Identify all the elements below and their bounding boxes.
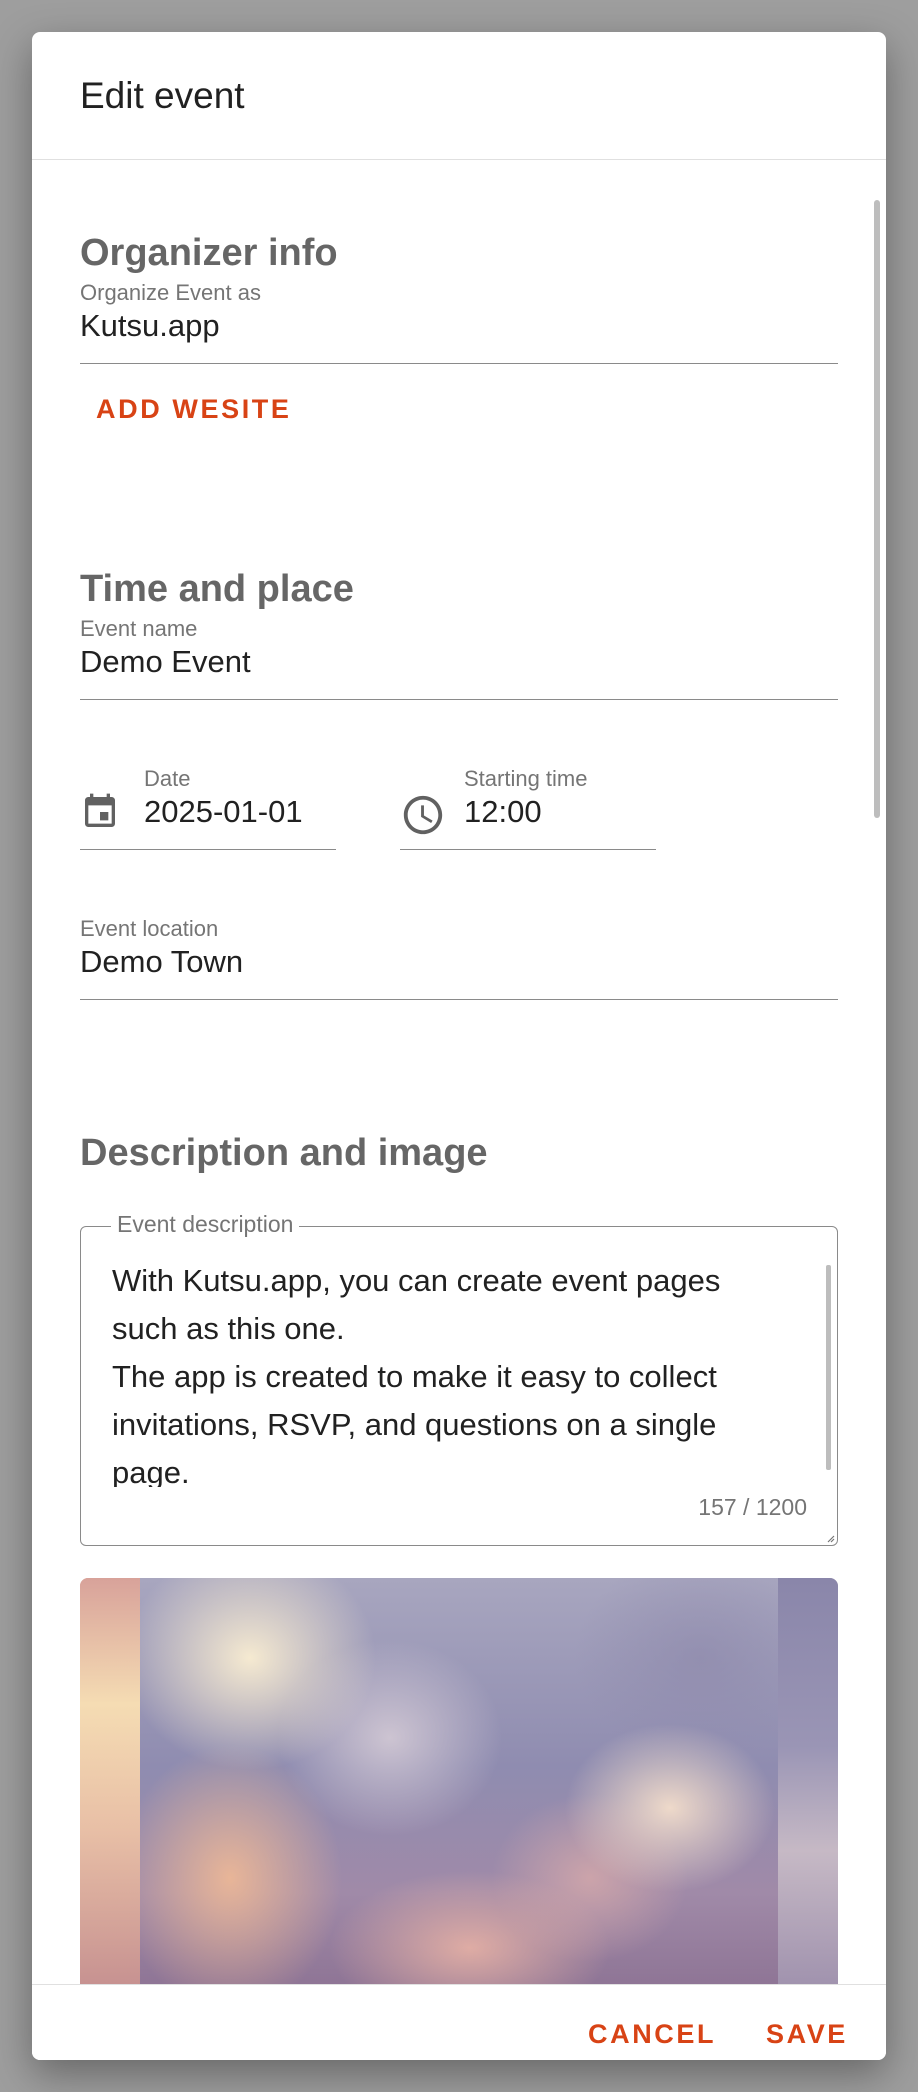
event-location-value: Demo Town xyxy=(80,944,244,979)
dialog-title: Edit event xyxy=(32,32,886,160)
starting-time-field[interactable]: Starting time 12:00 xyxy=(400,760,656,850)
event-name-field[interactable]: Event name Demo Event xyxy=(80,610,838,700)
starting-time-label: Starting time xyxy=(464,766,588,791)
add-website-button[interactable]: ADD WESITE xyxy=(96,394,292,425)
time-and-place-heading: Time and place xyxy=(80,568,354,610)
event-description-textarea[interactable]: With Kutsu.app, you can create event pag… xyxy=(112,1257,792,1487)
organize-as-value: Kutsu.app xyxy=(80,308,220,343)
event-image[interactable] xyxy=(80,1578,838,1984)
dialog-content[interactable]: Organizer info Organize Event as Kutsu.a… xyxy=(32,162,886,1984)
dialog-actions: CANCEL SAVE xyxy=(32,1984,886,2060)
event-description-label: Event description xyxy=(111,1211,300,1238)
image-blur-right xyxy=(778,1578,838,1984)
cloud-image xyxy=(140,1578,778,1984)
resize-handle-icon[interactable] xyxy=(825,1533,835,1543)
event-location-label: Event location xyxy=(80,916,219,941)
starting-time-value: 12:00 xyxy=(464,794,542,829)
character-counter: 157 / 1200 xyxy=(698,1494,807,1520)
organize-as-field[interactable]: Organize Event as Kutsu.app xyxy=(80,274,838,364)
event-location-field[interactable]: Event location Demo Town xyxy=(80,910,838,1000)
organizer-info-heading: Organizer info xyxy=(80,232,338,274)
edit-event-dialog: Edit event Organizer info Organize Event… xyxy=(32,32,886,2060)
event-name-label: Event name xyxy=(80,616,198,641)
image-blur-left xyxy=(80,1578,140,1984)
description-scrollbar[interactable] xyxy=(826,1265,831,1470)
organize-as-label: Organize Event as xyxy=(80,280,261,305)
save-button[interactable]: SAVE xyxy=(766,2019,848,2050)
event-description-field[interactable]: Event description With Kutsu.app, you ca… xyxy=(80,1211,838,1546)
description-and-image-heading: Description and image xyxy=(80,1132,488,1174)
event-name-value: Demo Event xyxy=(80,644,251,679)
calendar-icon[interactable] xyxy=(80,792,120,832)
date-field[interactable]: Date 2025-01-01 xyxy=(80,760,336,850)
date-value: 2025-01-01 xyxy=(144,794,303,829)
cancel-button[interactable]: CANCEL xyxy=(588,2019,716,2050)
content-scrollbar[interactable] xyxy=(874,200,880,818)
clock-icon[interactable] xyxy=(400,792,446,838)
date-label: Date xyxy=(144,766,191,791)
